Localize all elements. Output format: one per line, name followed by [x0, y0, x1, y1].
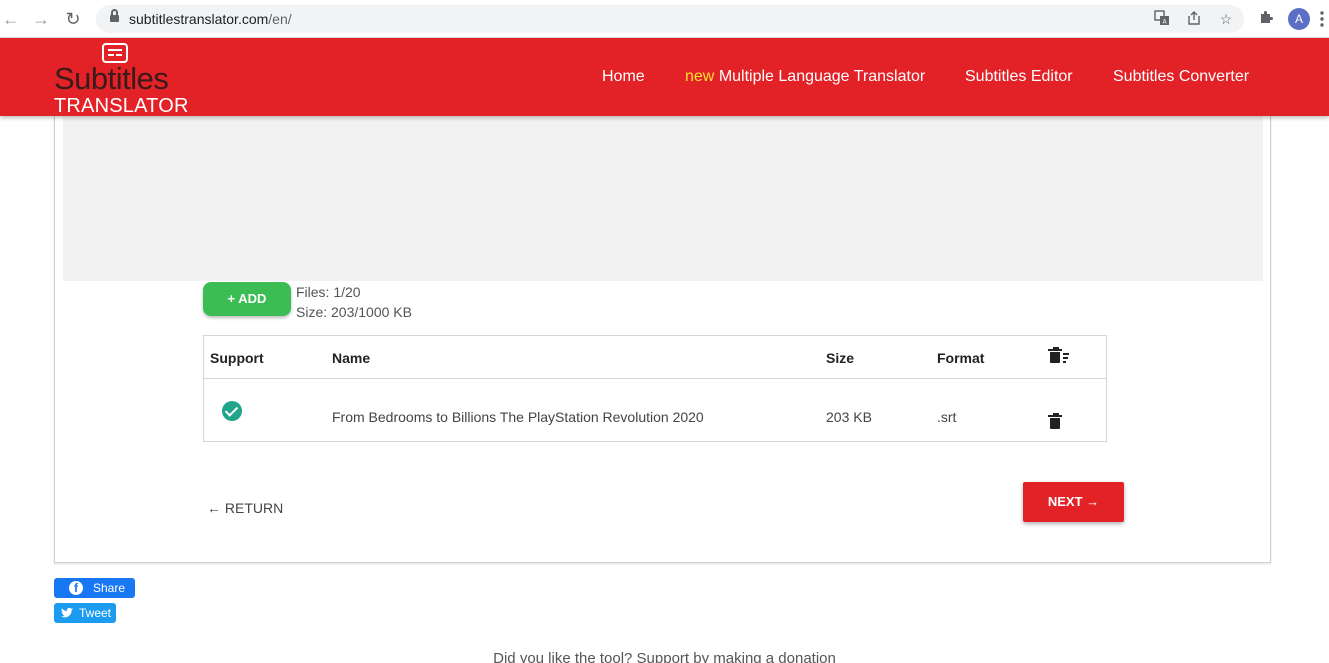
nav-home[interactable]: Home	[602, 68, 645, 86]
files-table: Support Name Size Format From Bedrooms t…	[203, 335, 1107, 442]
delete-all-icon[interactable]	[1048, 347, 1069, 363]
nav-subtitles-converter[interactable]: Subtitles Converter	[1113, 68, 1249, 86]
nav-subtitles-editor[interactable]: Subtitles Editor	[965, 68, 1073, 86]
header-size: Size	[826, 350, 855, 366]
header-format: Format	[937, 350, 985, 366]
browser-toolbar: ← → ↻ subtitlestranslator.com/en/ A ☆ A	[0, 0, 1329, 38]
lock-icon	[110, 9, 119, 24]
header-name: Name	[332, 350, 371, 366]
translator-card: + ADD Files: 1/20 Size: 203/1000 KB Supp…	[54, 116, 1271, 563]
facebook-share-button[interactable]: f Share	[54, 578, 135, 598]
new-badge: new	[685, 68, 715, 85]
return-label: RETURN	[224, 500, 284, 516]
supported-check-icon	[222, 401, 242, 421]
facebook-icon: f	[69, 581, 83, 595]
nav-multi-label: Multiple Language Translator	[718, 68, 926, 85]
subtitles-logo-icon	[102, 43, 128, 63]
site-header: Subtitles TRANSLATOR Home new Multiple L…	[0, 38, 1329, 117]
forward-arrow-icon[interactable]: →	[30, 8, 52, 30]
next-button[interactable]: NEXT →	[1023, 482, 1124, 522]
return-button[interactable]: ← RETURN	[207, 500, 283, 516]
share-page-icon[interactable]	[1185, 10, 1203, 28]
profile-avatar[interactable]: A	[1288, 8, 1310, 30]
tweet-label: Tweet	[79, 606, 112, 620]
logo-text-subtitles: Subtitles	[54, 61, 169, 96]
site-logo[interactable]: Subtitles TRANSLATOR	[54, 41, 188, 117]
size-info: Size: 203/1000 KB	[296, 304, 412, 320]
arrow-left-icon: ←	[207, 500, 221, 516]
upload-info: Files: 1/20 Size: 203/1000 KB	[296, 282, 412, 322]
url-path: /en/	[268, 11, 292, 27]
extensions-puzzle-icon[interactable]	[1256, 9, 1276, 29]
back-arrow-icon[interactable]: ←	[0, 8, 22, 30]
file-size: 203 KB	[826, 409, 872, 425]
logo-text-translator: TRANSLATOR	[54, 95, 189, 117]
arrow-right-icon: →	[1086, 494, 1100, 509]
delete-file-icon[interactable]	[1048, 413, 1062, 429]
files-count: Files: 1/20	[296, 284, 361, 300]
url-text[interactable]: subtitlestranslator.com/en/	[129, 11, 292, 27]
browser-menu-icon[interactable]	[1318, 9, 1326, 29]
donation-text: Did you like the tool? Support by making…	[493, 650, 836, 663]
nav-multiple-language-translator[interactable]: new Multiple Language Translator	[685, 68, 925, 86]
share-label: Share	[93, 581, 126, 595]
translate-icon[interactable]: A	[1153, 10, 1171, 28]
add-file-button[interactable]: + ADD	[203, 282, 291, 316]
next-label: NEXT	[1047, 494, 1083, 509]
twitter-bird-icon	[60, 603, 74, 626]
twitter-tweet-button[interactable]: Tweet	[54, 603, 116, 623]
file-format: .srt	[937, 409, 957, 425]
ad-placeholder	[63, 116, 1263, 281]
address-bar[interactable]: subtitlestranslator.com/en/ A ☆	[96, 5, 1244, 33]
url-host: subtitlestranslator.com	[129, 11, 269, 27]
reload-icon[interactable]: ↻	[62, 8, 84, 30]
file-name: From Bedrooms to Billions The PlayStatio…	[332, 409, 704, 425]
header-support: Support	[210, 350, 264, 366]
bookmark-star-icon[interactable]: ☆	[1217, 10, 1235, 28]
